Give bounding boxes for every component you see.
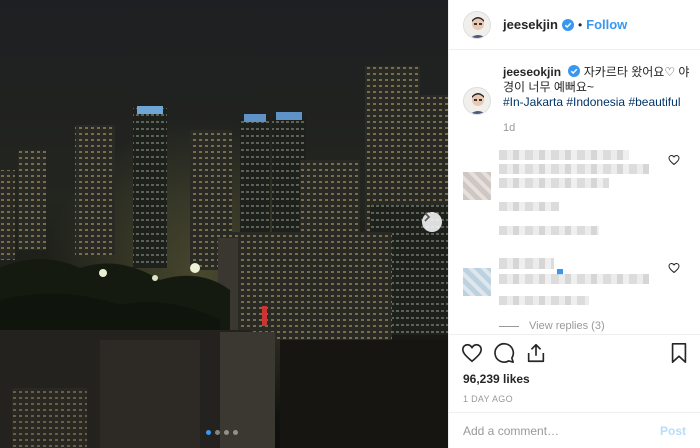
comment-input[interactable] xyxy=(463,423,660,438)
verified-badge-icon xyxy=(561,18,574,31)
verified-badge-icon xyxy=(568,65,581,77)
separator-dot: • xyxy=(577,17,583,32)
view-replies-link[interactable]: View replies (3) xyxy=(499,320,605,332)
post-comment-button[interactable]: Post xyxy=(660,424,686,438)
chevron-right-icon xyxy=(424,212,431,222)
post-date: 1 DAY AGO xyxy=(463,394,513,404)
caption-avatar[interactable] xyxy=(463,87,491,115)
hashtag-link[interactable]: #In-Jakarta xyxy=(503,95,563,109)
carousel-dot xyxy=(224,430,229,435)
blurred-text xyxy=(499,178,609,188)
header-username[interactable]: jeesekjin xyxy=(503,17,558,32)
blurred-text xyxy=(499,202,559,211)
blurred-text xyxy=(499,150,629,160)
likes-count[interactable]: 96,239 likes xyxy=(449,370,700,388)
blurred-text xyxy=(499,296,589,305)
add-comment-bar: Post xyxy=(449,412,700,448)
blurred-text xyxy=(499,258,554,269)
blurred-text xyxy=(499,164,649,174)
heart-icon[interactable] xyxy=(668,154,680,166)
heart-icon[interactable] xyxy=(461,342,483,364)
caption-username[interactable]: jeeseokjin xyxy=(503,65,561,79)
blurred-text xyxy=(499,274,649,284)
share-icon[interactable] xyxy=(525,342,547,364)
avatar[interactable] xyxy=(463,10,491,39)
carousel-dot xyxy=(215,430,220,435)
blurred-avatar xyxy=(463,268,491,296)
post-header: jeesekjin • Follow xyxy=(449,0,700,50)
caption-body: jeeseokjin 자카르타 왔어요♡ 야경이 너무 예뻐요~ #In-Jak… xyxy=(503,65,693,110)
comment-icon[interactable] xyxy=(493,342,515,364)
caption-timestamp: 1d xyxy=(503,122,516,134)
night-skyline-image xyxy=(0,0,448,448)
carousel-indicator xyxy=(206,430,238,435)
post-caption: jeeseokjin 자카르타 왔어요♡ 야경이 너무 예뻐요~ #In-Jak… xyxy=(463,65,693,134)
blurred-text xyxy=(499,226,599,235)
blurred-avatar xyxy=(463,172,491,200)
heart-icon[interactable] xyxy=(668,262,680,274)
hashtag-link[interactable]: #beautiful xyxy=(628,95,680,109)
user-avatar-icon xyxy=(464,88,490,114)
next-photo-button[interactable] xyxy=(422,212,442,232)
hashtag-link[interactable]: #Indonesia xyxy=(566,95,625,109)
post-photo[interactable] xyxy=(0,0,448,448)
comments-section: jeeseokjin 자카르타 왔어요♡ 야경이 너무 예뻐요~ #In-Jak… xyxy=(449,50,700,334)
post-side-panel: jeesekjin • Follow jeeseokjin 자카르타 왔어요♡ … xyxy=(448,0,700,448)
replies-divider xyxy=(499,325,519,327)
post-actions xyxy=(449,334,700,370)
carousel-dot xyxy=(233,430,238,435)
bookmark-icon[interactable] xyxy=(668,342,690,364)
follow-button[interactable]: Follow xyxy=(586,17,627,32)
post-dialog: jeesekjin • Follow jeeseokjin 자카르타 왔어요♡ … xyxy=(0,0,700,448)
carousel-dot-active xyxy=(206,430,211,435)
user-avatar-icon xyxy=(464,11,490,38)
view-replies-label: View replies (3) xyxy=(529,320,605,332)
caption-hashtags: #In-Jakarta #Indonesia #beautiful xyxy=(503,95,693,110)
